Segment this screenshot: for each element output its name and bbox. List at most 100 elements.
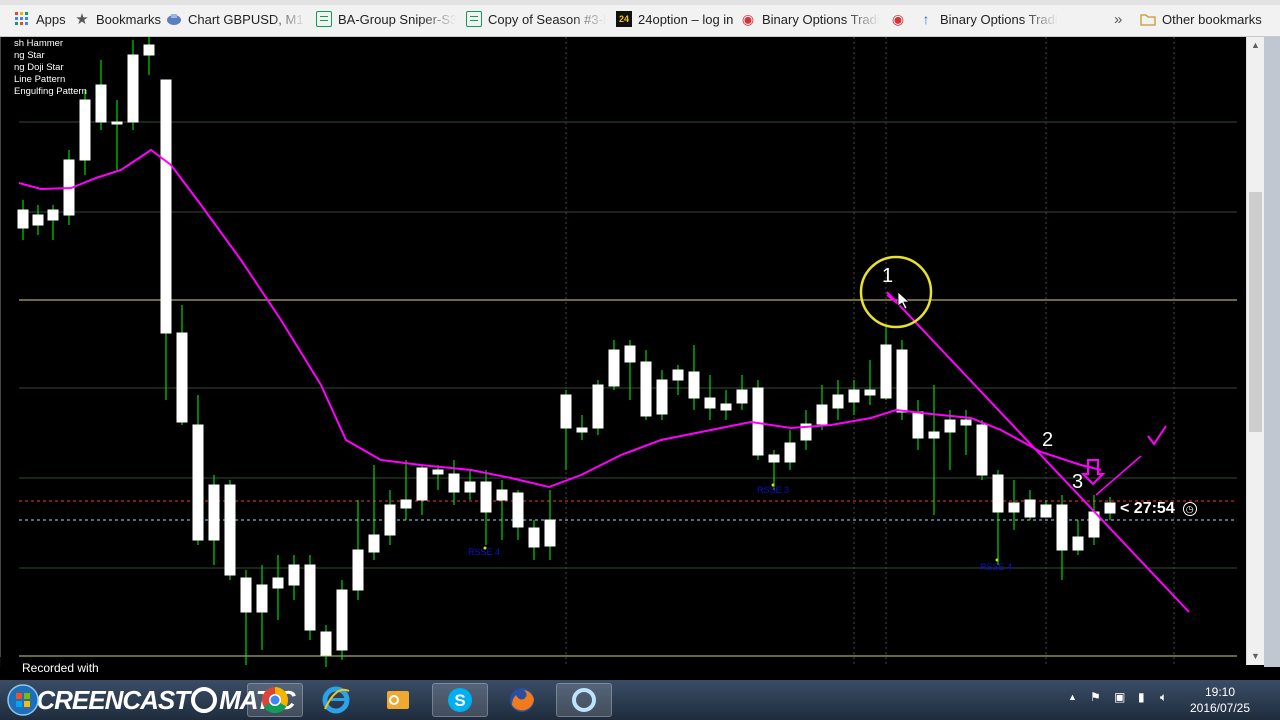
clock-icon: ◷ <box>1182 501 1197 516</box>
bookmark-ba-group-sniper[interactable]: BA-Group Sniper-S3 <box>316 8 456 30</box>
bookmark-label: Bookmarks <box>96 11 162 27</box>
candlestick-chart[interactable]: RSSE 4RSSE 3RSSE 4 <box>1 37 1247 667</box>
bookmark-apps[interactable]: Apps <box>14 8 66 30</box>
firefox-taskbar-button[interactable] <box>494 683 550 717</box>
scrollbar-thumb[interactable] <box>1249 192 1262 432</box>
pattern-label: Line Pattern <box>14 74 66 85</box>
svg-text:S: S <box>454 691 465 710</box>
candle-body <box>79 99 91 161</box>
bookmark-24option[interactable]: 24 24option – log in <box>616 8 733 30</box>
pattern-label: ng Star <box>14 50 45 61</box>
candle-body <box>416 467 428 501</box>
apps-grid-icon <box>14 11 30 27</box>
device-icon[interactable]: ▣ <box>1114 690 1125 704</box>
candle-body <box>1024 499 1036 518</box>
bookmark-binary-options-2[interactable]: ◉ <box>890 8 912 30</box>
screencast-taskbar-button[interactable] <box>556 683 612 717</box>
bookmarks-overflow-button[interactable]: » <box>1114 8 1122 30</box>
scroll-down-icon[interactable]: ▼ <box>1247 648 1264 665</box>
screencast-icon <box>572 688 596 712</box>
24option-icon: 24 <box>616 11 632 27</box>
outlook-taskbar-button[interactable] <box>370 683 426 717</box>
candle-body <box>736 389 748 404</box>
bookmark-other[interactable]: Other bookmarks <box>1140 8 1262 30</box>
candle-body <box>976 424 988 476</box>
candle-body <box>32 214 44 226</box>
bookmark-copy-of-season[interactable]: Copy of Season #3-P/ <box>466 8 606 30</box>
indicator-label: RSSE 3 <box>757 485 789 495</box>
chart-icon <box>166 11 182 27</box>
sheets-icon <box>316 11 332 27</box>
clock-date: 2016/07/25 <box>1189 701 1251 715</box>
candle-body <box>656 379 668 415</box>
candle-body <box>368 534 380 553</box>
bookmark-binary-options-1[interactable]: ◉ Binary Options Tradin <box>740 8 880 30</box>
indicator-label: RSSE 4 <box>980 562 1012 572</box>
scroll-up-icon[interactable]: ▲ <box>1247 37 1264 54</box>
candle-body <box>784 442 796 463</box>
candle-body <box>496 489 508 501</box>
candle-body <box>320 631 332 656</box>
sheets-icon <box>466 11 482 27</box>
candle-body <box>832 394 844 409</box>
candle-body <box>143 44 155 56</box>
candle-body <box>1104 502 1116 514</box>
candle-body <box>384 504 396 536</box>
candle-body <box>352 549 364 591</box>
network-icon[interactable]: ▮ <box>1138 690 1145 704</box>
down-arrow-icon <box>1080 459 1106 486</box>
signal-dot <box>771 483 775 487</box>
candle-body <box>544 519 556 547</box>
candle-body <box>192 424 204 541</box>
candle-body <box>640 361 652 417</box>
candle-body <box>624 345 636 363</box>
bookmark-binary-options-3[interactable]: ↑ Binary Options Tradin <box>918 8 1059 30</box>
candle-body <box>480 481 492 513</box>
ie-taskbar-button[interactable] <box>308 683 364 717</box>
recorded-with-text: Recorded with <box>22 661 99 675</box>
candle-body <box>208 484 220 541</box>
candle-body <box>1008 502 1020 513</box>
bookmark-label: Other bookmarks <box>1162 11 1262 27</box>
action-center-icon[interactable]: ⚑ <box>1090 690 1101 704</box>
logo-o-icon <box>191 687 218 713</box>
pattern-label: Engulfing Pattern <box>14 86 87 97</box>
show-hidden-icons-icon[interactable]: ▲ <box>1068 692 1077 702</box>
skype-icon: S <box>448 688 472 712</box>
candle-body <box>720 403 732 411</box>
candle-body <box>688 371 700 399</box>
candle-body <box>1040 504 1052 518</box>
chrome-taskbar-button[interactable] <box>247 683 303 717</box>
bookmark-bookmarks[interactable]: ★ Bookmarks <box>74 8 161 30</box>
annotation-number-1: 1 <box>882 265 894 287</box>
candle-body <box>992 474 1004 513</box>
firefox-icon <box>510 688 534 712</box>
vertical-scrollbar[interactable]: ▲ ▼ <box>1246 37 1264 665</box>
skype-taskbar-button[interactable]: S <box>432 683 488 717</box>
start-button[interactable] <box>0 683 46 717</box>
annotation-circle <box>859 255 933 329</box>
candle-body <box>880 344 892 399</box>
start-orb-icon <box>7 684 39 716</box>
candle-body <box>95 84 107 123</box>
annotation-number-3: 3 <box>1072 471 1084 493</box>
system-clock[interactable]: 19:10 2016/07/25 <box>1180 684 1260 716</box>
candle-body <box>47 209 59 221</box>
candle-body <box>928 431 940 439</box>
candle-body <box>432 469 444 475</box>
clock-time: 19:10 <box>1204 685 1236 699</box>
bookmark-label: Chart GBPUSD, M1, 20 <box>188 11 306 27</box>
checkmark-icon <box>1147 425 1167 446</box>
candle-body <box>848 389 860 403</box>
price-chart[interactable]: RSSE 4 RSSE 3 RSSE 4 <box>0 37 1268 667</box>
bookmark-chart-gbpusd[interactable]: Chart GBPUSD, M1, 20 <box>166 8 306 30</box>
window-frame <box>1264 37 1280 667</box>
ie-icon <box>322 686 350 714</box>
candle-body <box>512 492 524 528</box>
star-icon: ★ <box>75 11 89 28</box>
candle-body <box>256 584 268 613</box>
candle-body <box>912 411 924 439</box>
candle-body <box>944 419 956 433</box>
candle-body <box>17 209 29 229</box>
volume-icon[interactable]: 🔈︎ <box>1160 690 1167 705</box>
